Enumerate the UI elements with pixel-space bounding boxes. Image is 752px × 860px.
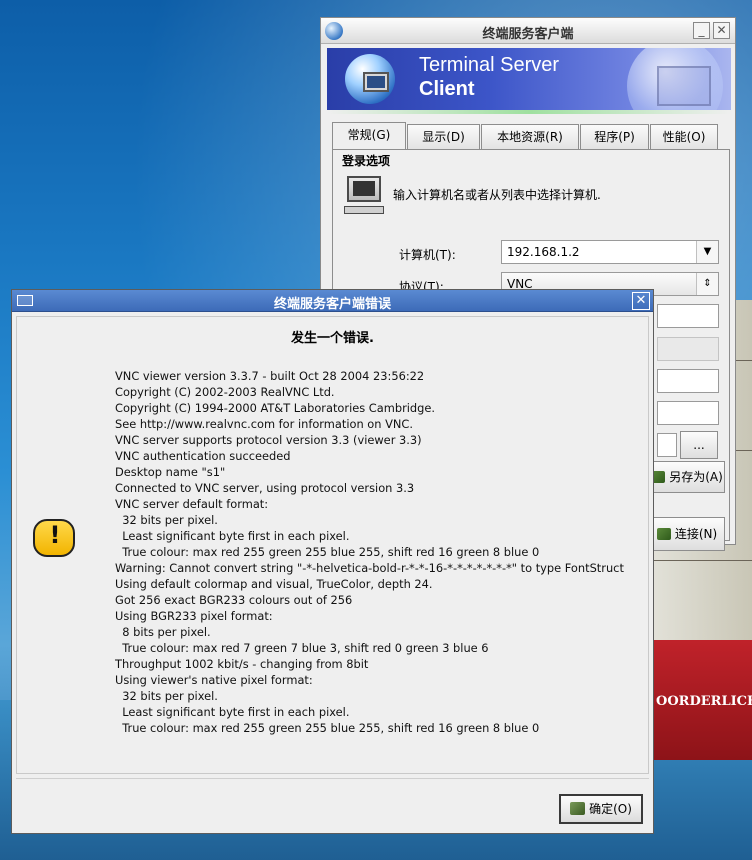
monitor-icon: [363, 72, 389, 92]
error-body: 发生一个错误. ! VNC viewer version 3.3.7 - bui…: [16, 316, 649, 774]
banner-monitor-decoration: [657, 66, 711, 106]
log-line: VNC server supports protocol version 3.3…: [115, 433, 422, 447]
log-line: True colour: max red 7 green 7 blue 3, s…: [115, 641, 489, 655]
ok-icon: [570, 802, 586, 815]
dialog-separator: [16, 778, 649, 779]
log-line: True colour: max red 255 green 255 blue …: [115, 721, 540, 735]
text-field[interactable]: [657, 433, 677, 457]
log-line: Using default colormap and visual, TrueC…: [115, 577, 433, 591]
connect-button[interactable]: 连接(N): [649, 517, 725, 551]
log-line: Got 256 exact BGR233 colours out of 256: [115, 593, 353, 607]
computer-label: 计算机(T):: [399, 248, 456, 262]
log-line: True colour: max red 255 green 255 blue …: [115, 545, 540, 559]
log-line: Desktop name "s1": [115, 465, 226, 479]
title-bar[interactable]: 终端服务客户端 _ ✕: [321, 18, 735, 44]
tab-display[interactable]: 显示(D): [407, 124, 480, 150]
error-dialog-title: 终端服务客户端错误: [273, 297, 391, 312]
save-as-label: 另存为(A): [669, 470, 723, 484]
banner-subtitle: Client: [419, 78, 475, 100]
log-line: VNC server default format:: [115, 497, 269, 511]
computer-combobox[interactable]: 192.168.1.2 ▼: [501, 240, 719, 264]
banner-divider: [327, 110, 731, 114]
text-field[interactable]: [657, 304, 719, 328]
log-line: 32 bits per pixel.: [115, 689, 218, 703]
log-line: Warning: Cannot convert string "-*-helve…: [115, 561, 624, 575]
text-field[interactable]: [657, 401, 719, 425]
log-line: Connected to VNC server, using protocol …: [115, 481, 415, 495]
window-title: 终端服务客户端: [482, 27, 574, 42]
error-dialog: 终端服务客户端错误 ✕ 发生一个错误. ! VNC viewer version…: [11, 289, 654, 834]
error-heading: 发生一个错误.: [291, 331, 374, 346]
log-line: VNC authentication succeeded: [115, 449, 291, 463]
close-button[interactable]: ✕: [713, 22, 730, 39]
log-line: Least significant byte first in each pix…: [115, 529, 350, 543]
log-line: Least significant byte first in each pix…: [115, 705, 350, 719]
log-line: 32 bits per pixel.: [115, 513, 218, 527]
computer-icon: [344, 176, 386, 216]
error-close-button[interactable]: ✕: [632, 292, 650, 310]
log-line: VNC viewer version 3.3.7 - built Oct 28 …: [115, 369, 425, 383]
log-line: Using viewer's native pixel format:: [115, 673, 313, 687]
ship-name: OORDERLICHT: [656, 694, 752, 709]
connect-icon: [656, 528, 671, 540]
error-log: VNC viewer version 3.3.7 - built Oct 28 …: [115, 368, 624, 736]
minimize-button[interactable]: _: [693, 22, 710, 39]
chevron-down-icon[interactable]: ▼: [696, 241, 718, 263]
browse-button[interactable]: ...: [680, 431, 718, 459]
ok-label: 确定(O): [589, 802, 632, 816]
save-as-button[interactable]: 另存为(A): [649, 461, 725, 493]
ok-button[interactable]: 确定(O): [559, 794, 643, 824]
log-line: See http://www.realvnc.com for informati…: [115, 417, 414, 431]
disabled-field: [657, 337, 719, 361]
error-title-bar[interactable]: 终端服务客户端错误 ✕: [12, 290, 653, 312]
log-line: Throughput 1002 kbit/s - changing from 8…: [115, 657, 369, 671]
warning-icon: !: [31, 517, 79, 559]
tab-performance[interactable]: 性能(O): [650, 124, 718, 150]
text-field[interactable]: [657, 369, 719, 393]
banner-title: Terminal Server: [419, 54, 560, 76]
tab-bar: 常规(G) 显示(D) 本地资源(R) 程序(P) 性能(O): [332, 122, 730, 152]
log-line: Copyright (C) 2002-2003 RealVNC Ltd.: [115, 385, 335, 399]
banner: Terminal Server Client: [327, 48, 731, 110]
tab-local-resources[interactable]: 本地资源(R): [481, 124, 579, 150]
log-line: Using BGR233 pixel format:: [115, 609, 273, 623]
sail-rope: [654, 560, 752, 561]
connect-label: 连接(N): [674, 527, 718, 541]
tab-programs[interactable]: 程序(P): [580, 124, 649, 150]
updown-arrows-icon: ⇕: [696, 273, 718, 295]
log-line: Copyright (C) 1994-2000 AT&T Laboratorie…: [115, 401, 436, 415]
log-line: 8 bits per pixel.: [115, 625, 211, 639]
login-options-heading: 登录选项: [342, 154, 391, 168]
computer-value: 192.168.1.2: [507, 245, 580, 259]
instruction-text: 输入计算机名或者从列表中选择计算机.: [393, 188, 601, 202]
tab-general[interactable]: 常规(G): [332, 122, 406, 152]
